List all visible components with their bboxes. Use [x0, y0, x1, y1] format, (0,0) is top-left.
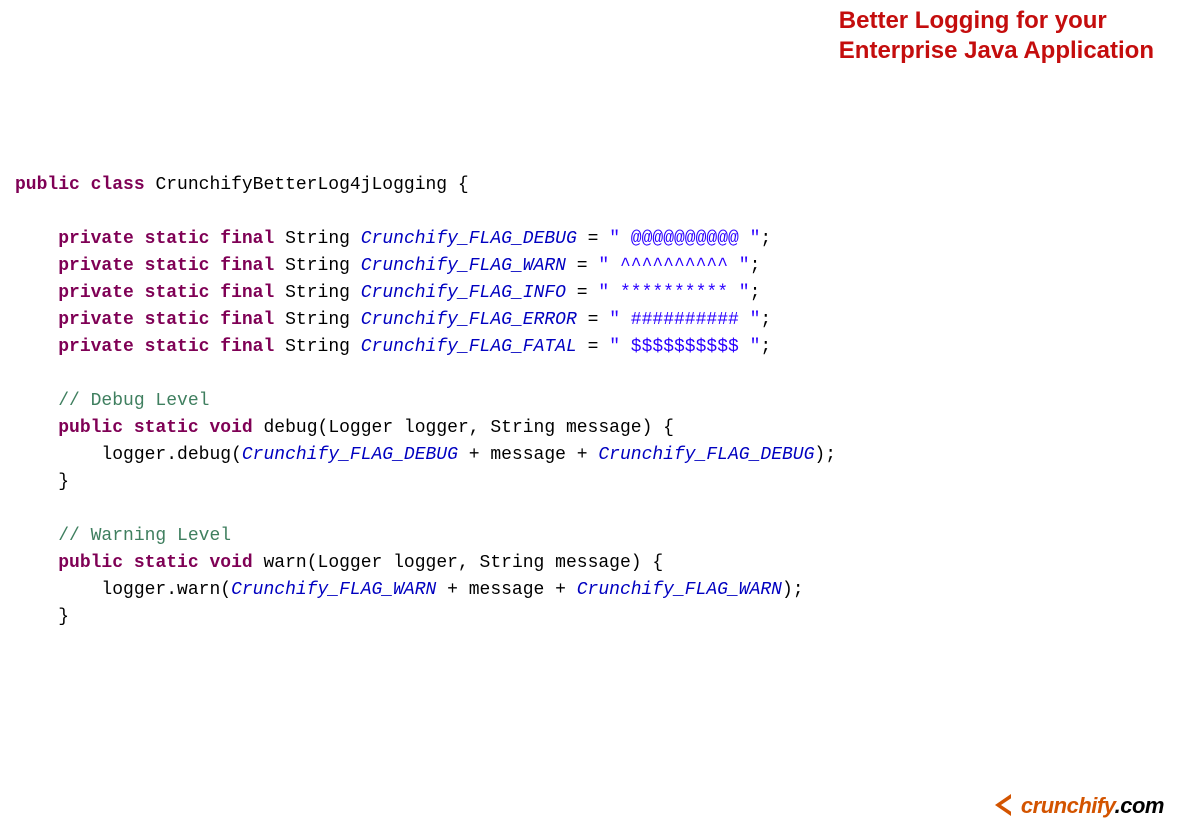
kw-final: final — [220, 256, 274, 276]
kw-public: public — [58, 418, 123, 438]
paren-open: ( — [231, 445, 242, 465]
kw-final: final — [220, 337, 274, 357]
headline-line1: Better Logging for your — [839, 7, 1107, 34]
kw-final: final — [220, 310, 274, 330]
kw-static: static — [145, 229, 210, 249]
type-string: String — [285, 256, 350, 276]
kw-static: static — [145, 310, 210, 330]
kw-static: static — [145, 337, 210, 357]
logo-name: crunchify — [1021, 793, 1115, 818]
semi: ; — [760, 337, 771, 357]
field-warn-ref1: Crunchify_FLAG_WARN — [231, 580, 436, 600]
str-error: " ########## " — [609, 310, 760, 330]
field-error: Crunchify_FLAG_ERROR — [361, 310, 577, 330]
str-fatal: " $$$$$$$$$$ " — [609, 337, 760, 357]
field-debug-ref1: Crunchify_FLAG_DEBUG — [242, 445, 458, 465]
code-block: public class CrunchifyBetterLog4jLogging… — [15, 172, 1169, 631]
str-warn: " ^^^^^^^^^^ " — [598, 256, 749, 276]
method-debug: debug — [264, 418, 318, 438]
kw-public: public — [15, 175, 80, 195]
kw-static: static — [145, 283, 210, 303]
paren-close-semi: ); — [782, 580, 804, 600]
call-debug: debug — [177, 445, 231, 465]
method-params: (Logger logger, String message) { — [318, 418, 674, 438]
class-name: CrunchifyBetterLog4jLogging — [155, 175, 447, 195]
dot: . — [166, 445, 177, 465]
headline-line2: Enterprise Java Application — [839, 37, 1154, 64]
method-warn: warn — [264, 553, 307, 573]
logo-dotcom: .com — [1115, 793, 1164, 818]
kw-private: private — [58, 229, 134, 249]
kw-private: private — [58, 337, 134, 357]
chevron-left-icon — [995, 794, 1017, 816]
kw-final: final — [220, 229, 274, 249]
eq: = — [566, 256, 598, 276]
eq: = — [577, 310, 609, 330]
field-fatal: Crunchify_FLAG_FATAL — [361, 337, 577, 357]
str-debug: " @@@@@@@@@@ " — [609, 229, 760, 249]
paren-open: ( — [220, 580, 231, 600]
comment-debug: // Debug Level — [58, 391, 209, 411]
kw-static: static — [134, 553, 199, 573]
method-params: (Logger logger, String message) { — [307, 553, 663, 573]
var-logger: logger — [101, 445, 166, 465]
field-debug: Crunchify_FLAG_DEBUG — [361, 229, 577, 249]
brace-close: } — [58, 472, 69, 492]
semi: ; — [760, 229, 771, 249]
kw-void: void — [209, 553, 252, 573]
type-string: String — [285, 283, 350, 303]
crunchify-logo: crunchify.com — [995, 789, 1164, 822]
type-string: String — [285, 310, 350, 330]
kw-public: public — [58, 553, 123, 573]
semi: ; — [750, 283, 761, 303]
call-warn: warn — [177, 580, 220, 600]
kw-void: void — [209, 418, 252, 438]
kw-private: private — [58, 310, 134, 330]
kw-private: private — [58, 256, 134, 276]
plus-msg: + message + — [436, 580, 576, 600]
type-string: String — [285, 337, 350, 357]
type-string: String — [285, 229, 350, 249]
comment-warn: // Warning Level — [58, 526, 231, 546]
field-info: Crunchify_FLAG_INFO — [361, 283, 566, 303]
eq: = — [566, 283, 598, 303]
eq: = — [577, 337, 609, 357]
semi: ; — [760, 310, 771, 330]
kw-static: static — [134, 418, 199, 438]
brace-close: } — [58, 607, 69, 627]
semi: ; — [750, 256, 761, 276]
dot: . — [166, 580, 177, 600]
str-info: " ********** " — [598, 283, 749, 303]
kw-class: class — [91, 175, 145, 195]
headline-banner: Better Logging for your Enterprise Java A… — [839, 6, 1154, 66]
field-debug-ref2: Crunchify_FLAG_DEBUG — [598, 445, 814, 465]
eq: = — [577, 229, 609, 249]
kw-final: final — [220, 283, 274, 303]
kw-private: private — [58, 283, 134, 303]
var-logger: logger — [101, 580, 166, 600]
field-warn: Crunchify_FLAG_WARN — [361, 256, 566, 276]
kw-static: static — [145, 256, 210, 276]
plus-msg: + message + — [458, 445, 598, 465]
brace-open: { — [458, 175, 469, 195]
paren-close-semi: ); — [814, 445, 836, 465]
field-warn-ref2: Crunchify_FLAG_WARN — [577, 580, 782, 600]
